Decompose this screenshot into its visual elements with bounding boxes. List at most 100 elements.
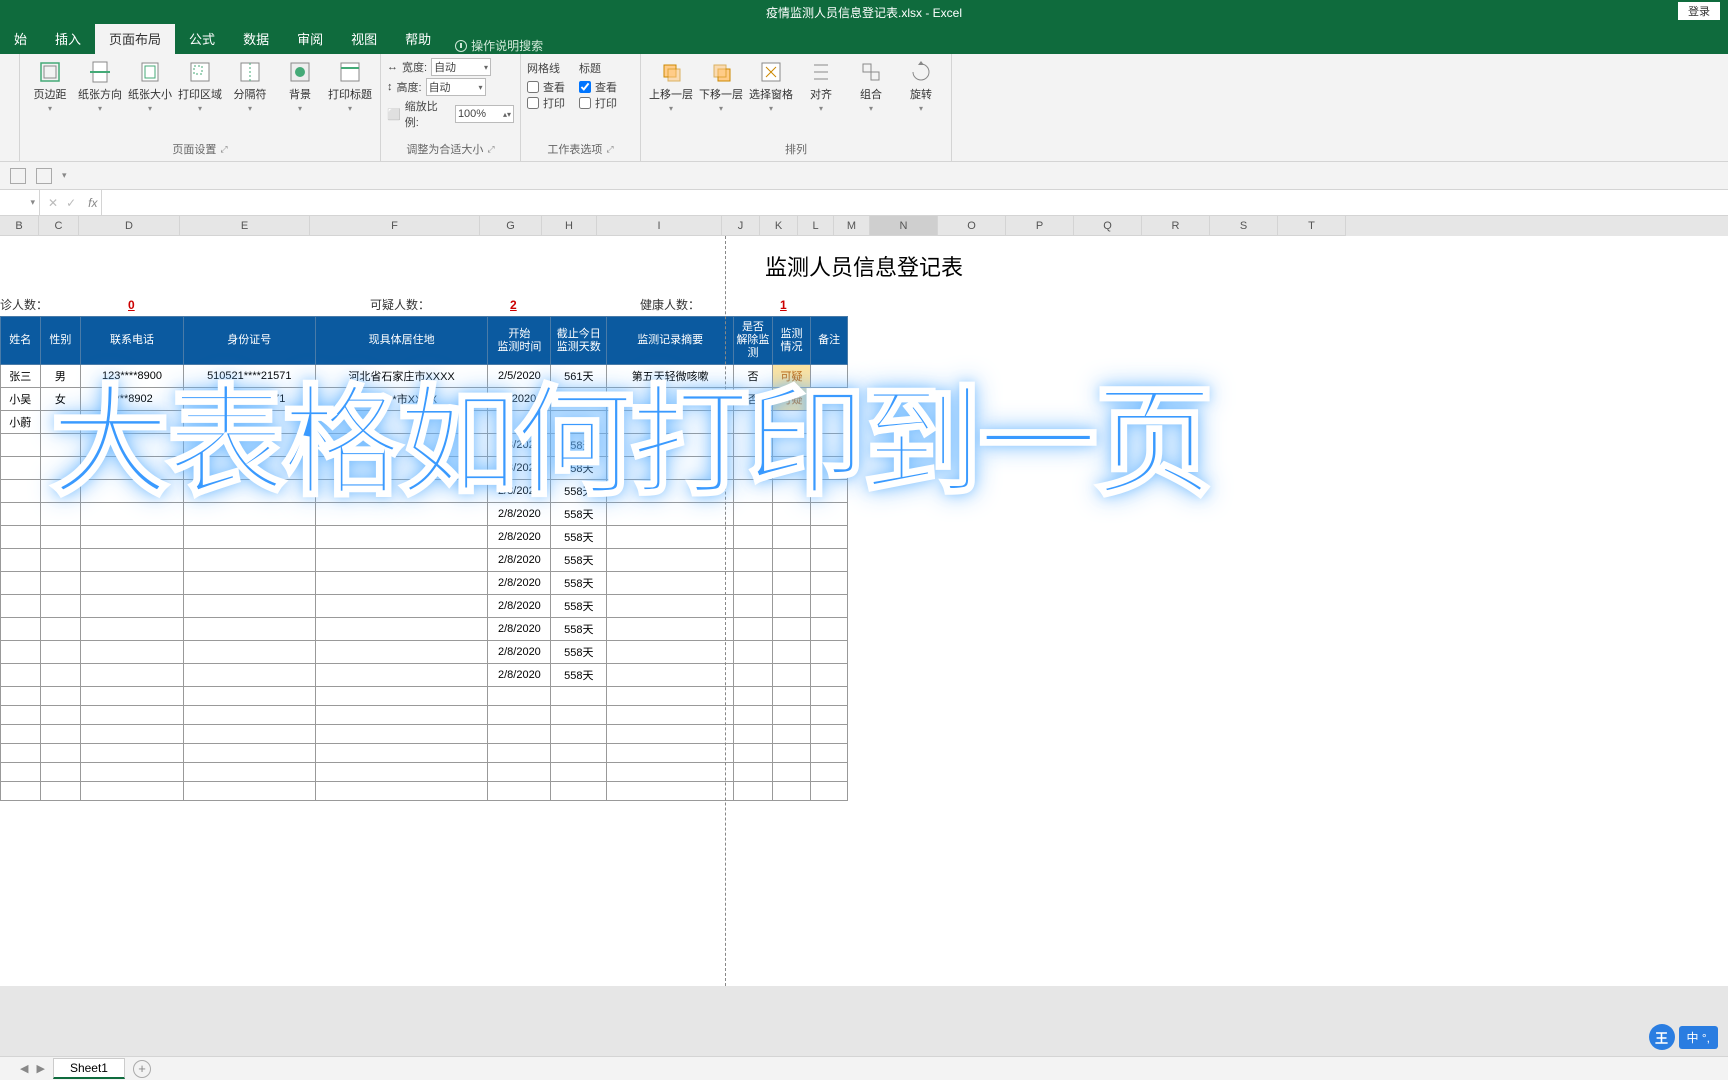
table-cell[interactable]: 558天 <box>551 572 607 595</box>
column-header-L[interactable]: L <box>798 216 834 236</box>
column-header-Q[interactable]: Q <box>1074 216 1142 236</box>
table-cell[interactable] <box>488 763 551 782</box>
table-cell[interactable] <box>811 572 848 595</box>
tab-始[interactable]: 始 <box>0 23 41 54</box>
ime-text[interactable]: 中 °, <box>1679 1026 1718 1049</box>
ribbon-btn-纸张大小[interactable]: 纸张大小▾ <box>126 58 174 116</box>
table-cell[interactable] <box>551 725 607 744</box>
table-cell[interactable] <box>772 526 811 549</box>
table-cell[interactable] <box>607 549 734 572</box>
height-dropdown[interactable]: 自动▾ <box>426 78 486 96</box>
column-header-R[interactable]: R <box>1142 216 1210 236</box>
table-cell[interactable] <box>772 744 811 763</box>
table-cell[interactable] <box>40 687 81 706</box>
table-cell[interactable] <box>183 744 315 763</box>
table-cell[interactable] <box>772 706 811 725</box>
table-cell[interactable] <box>772 549 811 572</box>
table-cell[interactable]: 558天 <box>551 526 607 549</box>
table-cell[interactable] <box>1 706 41 725</box>
table-cell[interactable]: 2/8/2020 <box>488 595 551 618</box>
table-cell[interactable] <box>488 744 551 763</box>
ribbon-btn-组合[interactable]: 组合▾ <box>847 58 895 116</box>
table-cell[interactable] <box>1 595 41 618</box>
width-dropdown[interactable]: 自动▾ <box>431 58 491 76</box>
column-header-F[interactable]: F <box>310 216 480 236</box>
table-cell[interactable] <box>607 526 734 549</box>
ime-badge[interactable]: 王 <box>1649 1024 1675 1050</box>
tab-页面布局[interactable]: 页面布局 <box>95 23 175 54</box>
table-cell[interactable] <box>315 641 488 664</box>
table-cell[interactable] <box>811 641 848 664</box>
zoom-spinner[interactable]: 100%▴▾ <box>455 105 514 123</box>
formula-input[interactable] <box>101 190 1728 215</box>
table-cell[interactable] <box>772 664 811 687</box>
table-cell[interactable] <box>315 664 488 687</box>
table-cell[interactable] <box>734 549 773 572</box>
table-cell[interactable] <box>81 572 184 595</box>
sheet-tab[interactable]: Sheet1 <box>53 1058 125 1079</box>
table-cell[interactable] <box>315 706 488 725</box>
table-cell[interactable] <box>1 763 41 782</box>
fx-icon[interactable]: fx <box>84 196 101 210</box>
table-row[interactable]: 2/8/2020558天 <box>1 526 848 549</box>
tab-插入[interactable]: 插入 <box>41 23 95 54</box>
ribbon-btn-对齐[interactable]: 对齐▾ <box>797 58 845 116</box>
table-cell[interactable] <box>183 526 315 549</box>
table-cell[interactable] <box>1 503 41 526</box>
table-cell[interactable] <box>1 782 41 801</box>
table-cell[interactable]: 2/8/2020 <box>488 572 551 595</box>
table-cell[interactable] <box>183 706 315 725</box>
tab-数据[interactable]: 数据 <box>229 23 283 54</box>
table-cell[interactable] <box>183 595 315 618</box>
table-cell[interactable] <box>1 687 41 706</box>
cancel-icon[interactable]: ✕ <box>48 196 58 210</box>
ribbon-btn-选择窗格[interactable]: 选择窗格▾ <box>747 58 795 116</box>
table-cell[interactable] <box>81 641 184 664</box>
table-cell[interactable] <box>81 618 184 641</box>
ribbon-btn-上移一层[interactable]: 上移一层▾ <box>647 58 695 116</box>
table-cell[interactable] <box>772 725 811 744</box>
column-header-T[interactable]: T <box>1278 216 1346 236</box>
table-row[interactable] <box>1 782 848 801</box>
add-sheet-button[interactable]: + <box>133 1060 151 1078</box>
table-cell[interactable] <box>81 706 184 725</box>
table-cell[interactable]: 558天 <box>551 641 607 664</box>
gridlines-print-checkbox[interactable] <box>527 97 539 109</box>
table-cell[interactable]: 2/8/2020 <box>488 641 551 664</box>
table-cell[interactable] <box>1 572 41 595</box>
table-row[interactable]: 2/8/2020558天 <box>1 549 848 572</box>
table-cell[interactable] <box>734 687 773 706</box>
table-cell[interactable] <box>772 572 811 595</box>
table-cell[interactable] <box>607 782 734 801</box>
table-row[interactable] <box>1 763 848 782</box>
table-row[interactable] <box>1 706 848 725</box>
table-cell[interactable] <box>772 595 811 618</box>
ribbon-btn-背景[interactable]: 背景▾ <box>276 58 324 116</box>
table-cell[interactable] <box>183 687 315 706</box>
table-cell[interactable] <box>551 744 607 763</box>
table-cell[interactable] <box>734 744 773 763</box>
tab-审阅[interactable]: 审阅 <box>283 23 337 54</box>
table-cell[interactable]: 小蔚 <box>1 411 41 434</box>
enter-icon[interactable]: ✓ <box>66 196 76 210</box>
tell-me-search[interactable]: 操作说明搜索 <box>455 37 543 54</box>
qat-button-2[interactable] <box>36 168 52 184</box>
table-cell[interactable] <box>607 572 734 595</box>
table-cell[interactable] <box>1 744 41 763</box>
name-box[interactable]: ▾ <box>0 190 40 215</box>
headings-view-checkbox[interactable] <box>579 81 591 93</box>
sheet-nav-next-icon[interactable]: ▶ <box>36 1062 44 1075</box>
table-cell[interactable] <box>183 664 315 687</box>
table-cell[interactable] <box>607 725 734 744</box>
table-cell[interactable] <box>551 763 607 782</box>
table-cell[interactable] <box>607 763 734 782</box>
table-cell[interactable] <box>315 549 488 572</box>
column-header-J[interactable]: J <box>722 216 760 236</box>
table-row[interactable]: 2/8/2020558天 <box>1 618 848 641</box>
table-cell[interactable] <box>734 641 773 664</box>
table-cell[interactable] <box>734 618 773 641</box>
column-header-K[interactable]: K <box>760 216 798 236</box>
table-cell[interactable]: 2/8/2020 <box>488 549 551 572</box>
dialog-launcher-icon[interactable]: ⤢ <box>487 144 494 155</box>
tab-公式[interactable]: 公式 <box>175 23 229 54</box>
